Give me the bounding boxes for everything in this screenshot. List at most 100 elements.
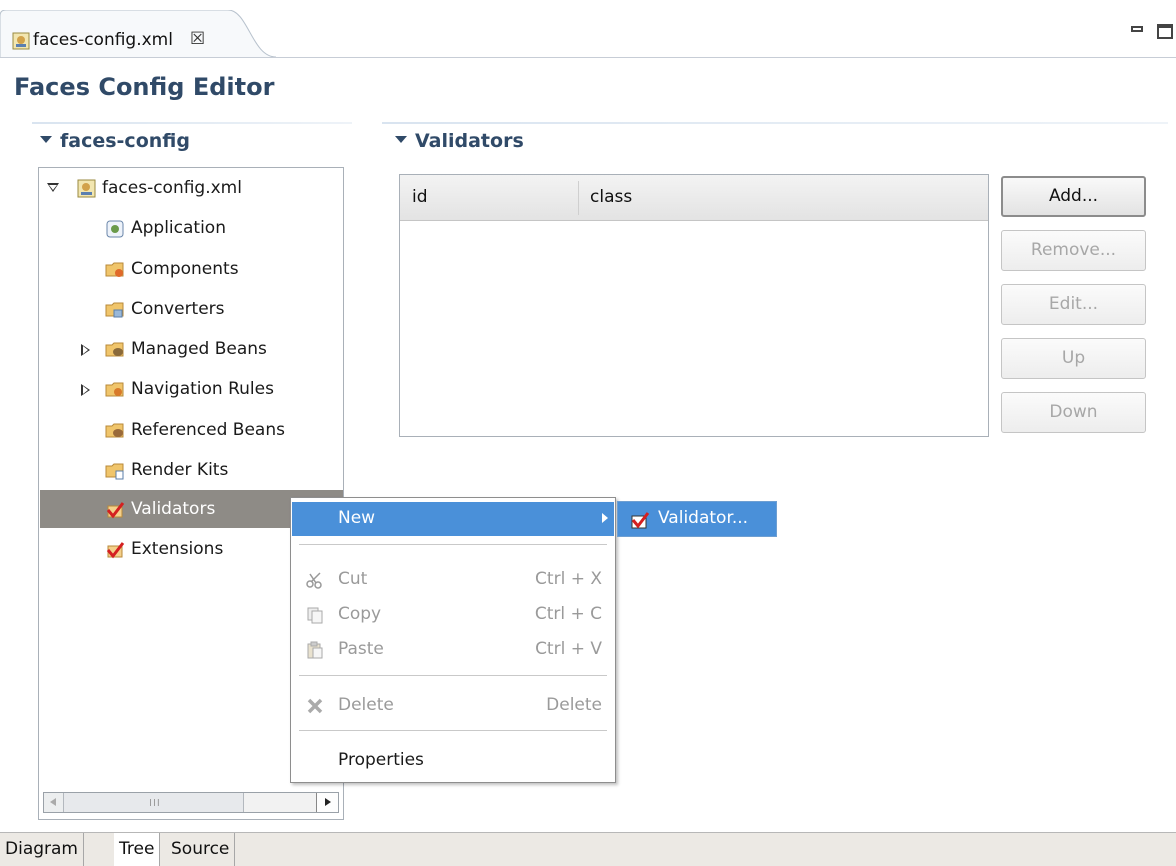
menu-item-label: Copy xyxy=(338,604,382,624)
menu-item-shortcut: Ctrl + X xyxy=(535,569,602,589)
managed-beans-folder-icon xyxy=(105,340,125,360)
tab-source[interactable]: Source xyxy=(166,833,236,866)
table-header: id class xyxy=(400,175,988,221)
tab-tree[interactable]: Tree xyxy=(114,833,161,866)
remove-button-label: Remove... xyxy=(1030,240,1117,260)
menu-item-copy[interactable]: Copy Ctrl + C xyxy=(292,598,614,632)
converters-folder-icon xyxy=(105,300,125,320)
tree-item-label: Referenced Beans xyxy=(131,420,285,440)
collapse-toggle-icon[interactable] xyxy=(47,183,59,192)
tree-section-title: faces-config xyxy=(60,130,190,152)
tree-item-render-kits[interactable]: Render Kits xyxy=(39,453,339,489)
tree-item-managed-beans[interactable]: Managed Beans xyxy=(39,332,339,368)
collapse-icon xyxy=(395,136,407,143)
tree-item-label: Application xyxy=(131,218,226,238)
menu-item-label: Properties xyxy=(338,750,424,770)
tree-item-label: Extensions xyxy=(131,539,224,559)
menu-item-cut[interactable]: Cut Ctrl + X xyxy=(292,563,614,597)
validators-table[interactable]: id class xyxy=(399,174,989,437)
copy-icon xyxy=(306,606,324,624)
column-header-id[interactable]: id xyxy=(412,187,428,207)
menu-item-paste[interactable]: Paste Ctrl + V xyxy=(292,633,614,667)
extensions-check-icon xyxy=(105,540,125,560)
edit-button-label: Edit... xyxy=(1048,294,1099,314)
menu-item-label: Paste xyxy=(338,639,384,659)
tree-item-label: Validators xyxy=(131,499,216,519)
menu-item-properties[interactable]: Properties xyxy=(292,744,614,778)
remove-button[interactable]: Remove... xyxy=(1001,230,1146,271)
context-menu: New Cut Ctrl + X Copy Ctrl + C Paste Ctr… xyxy=(290,497,616,783)
scissors-icon xyxy=(306,571,324,589)
render-kits-folder-icon xyxy=(105,461,125,481)
tree-item-label: Components xyxy=(131,259,239,279)
expand-toggle-icon[interactable] xyxy=(81,384,90,396)
menu-item-label: Cut xyxy=(338,569,368,589)
faces-config-editor-window: { "tab": { "label": "faces-config.xml", … xyxy=(0,0,1176,866)
tree-item-application[interactable]: Application xyxy=(39,211,339,247)
tab-label: faces-config.xml xyxy=(33,30,173,50)
validators-section-rule xyxy=(382,122,1168,124)
expand-toggle-icon[interactable] xyxy=(81,344,90,356)
submenu-item-validator[interactable]: Validator... xyxy=(658,508,748,528)
tree-item-referenced-beans[interactable]: Referenced Beans xyxy=(39,413,339,449)
faces-config-file-icon xyxy=(12,32,30,50)
column-header-class[interactable]: class xyxy=(590,187,632,207)
referenced-beans-folder-icon xyxy=(105,421,125,441)
editor-tab-strip: faces-config.xml ☒ xyxy=(0,0,1176,58)
validators-section-header[interactable]: Validators xyxy=(395,130,524,152)
minimize-icon[interactable] xyxy=(1131,26,1143,32)
scroll-right-button[interactable] xyxy=(316,793,338,812)
tree-item-label: faces-config.xml xyxy=(102,178,242,198)
editor-title: Faces Config Editor xyxy=(14,73,275,101)
down-button-label: Down xyxy=(1049,402,1098,422)
tree-item-root[interactable]: faces-config.xml xyxy=(39,171,339,207)
collapse-icon xyxy=(40,136,52,143)
scroll-left-button[interactable] xyxy=(44,793,64,812)
menu-separator xyxy=(299,730,607,732)
submenu-new[interactable]: Validator... xyxy=(617,501,777,537)
tab-strip-divider xyxy=(0,57,1176,58)
validator-check-icon xyxy=(630,510,650,529)
editor-page-tabs: Diagram Tree Source xyxy=(0,832,1176,866)
faces-config-file-icon xyxy=(77,179,97,199)
edit-button[interactable]: Edit... xyxy=(1001,284,1146,325)
tab-faces-config-xml[interactable]: faces-config.xml ☒ xyxy=(0,10,278,58)
menu-item-new[interactable]: New xyxy=(292,502,614,536)
menu-separator xyxy=(299,675,607,677)
down-button[interactable]: Down xyxy=(1001,392,1146,433)
tree-item-navigation-rules[interactable]: Navigation Rules xyxy=(39,372,339,408)
tree-item-label: Navigation Rules xyxy=(131,379,274,399)
navigation-rules-folder-icon xyxy=(105,380,125,400)
submenu-arrow-icon xyxy=(602,513,608,523)
tree-horizontal-scrollbar[interactable]: III xyxy=(43,792,339,813)
components-folder-icon xyxy=(105,260,125,280)
application-icon xyxy=(105,219,125,239)
scroll-thumb[interactable]: III xyxy=(64,793,244,812)
close-icon[interactable]: ☒ xyxy=(190,29,205,49)
up-button[interactable]: Up xyxy=(1001,338,1146,379)
tree-item-converters[interactable]: Converters xyxy=(39,292,339,328)
paste-icon xyxy=(306,641,324,659)
tree-item-label: Converters xyxy=(131,299,225,319)
tab-diagram[interactable]: Diagram xyxy=(0,833,84,866)
tree-item-label: Managed Beans xyxy=(131,339,267,359)
tree-section-header[interactable]: faces-config xyxy=(40,130,190,152)
arrow-right-icon xyxy=(325,798,331,806)
tree-item-label: Render Kits xyxy=(131,460,229,480)
add-button[interactable]: Add... xyxy=(1001,176,1146,217)
arrow-left-icon xyxy=(50,798,56,806)
menu-item-shortcut: Ctrl + C xyxy=(534,604,602,624)
menu-item-delete[interactable]: Delete Delete xyxy=(292,689,614,723)
tree-item-components[interactable]: Components xyxy=(39,252,339,288)
maximize-icon[interactable] xyxy=(1157,24,1173,39)
validators-check-icon xyxy=(105,500,125,520)
column-divider[interactable] xyxy=(578,181,579,215)
delete-x-icon xyxy=(306,697,324,715)
validators-section-title: Validators xyxy=(415,130,524,152)
up-button-label: Up xyxy=(1061,348,1086,368)
tree-section-rule xyxy=(32,122,352,124)
add-button-label: Add... xyxy=(1048,186,1099,206)
grip-icon: III xyxy=(149,798,161,809)
menu-separator xyxy=(299,544,607,546)
menu-item-shortcut: Ctrl + V xyxy=(535,639,602,659)
